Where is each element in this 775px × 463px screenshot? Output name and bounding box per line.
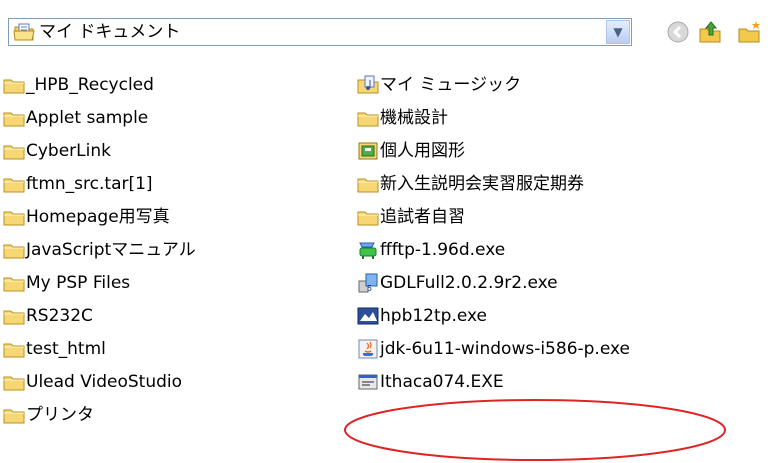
address-toolbar: マイ ドキュメント ▼ (0, 0, 775, 60)
list-item[interactable]: プリンタ (3, 401, 94, 429)
list-item-label: ftmn_src.tar[1] (26, 174, 153, 194)
java-exe-icon (358, 339, 378, 359)
list-item[interactable]: ffftp-1.96d.exe (357, 236, 505, 264)
folder-icon (3, 310, 25, 325)
folder-icon (357, 112, 379, 127)
back-arrow-icon[interactable] (665, 19, 691, 45)
list-item-label: 新入生説明会実習服定期券 (380, 174, 584, 194)
list-item[interactable]: Homepage用写真 (3, 203, 170, 231)
music-folder-icon (357, 75, 379, 94)
list-item[interactable]: ftmn_src.tar[1] (3, 170, 153, 198)
list-item[interactable]: _HPB_Recycled (3, 71, 154, 99)
list-item[interactable]: 5 GDLFull2.0.2.9r2.exe (357, 269, 558, 297)
list-item[interactable]: CyberLink (3, 137, 111, 165)
list-item[interactable]: hpb12tp.exe (357, 302, 487, 330)
list-item[interactable]: test_html (3, 335, 106, 363)
folder-icon (3, 211, 25, 226)
folder-icon (3, 343, 25, 358)
folder-icon (3, 178, 25, 193)
list-item[interactable]: RS232C (3, 302, 93, 330)
folder-icon (3, 376, 25, 391)
folder-icon (3, 112, 25, 127)
folder-icon (3, 409, 25, 424)
svg-text:5: 5 (367, 284, 372, 293)
list-item[interactable]: マイ ミュージック (357, 71, 521, 99)
list-item[interactable]: jdk-6u11-windows-i586-p.exe (357, 335, 630, 363)
list-item-label: 追試者自習 (380, 207, 465, 227)
folder-icon (3, 244, 25, 259)
list-item[interactable]: 新入生説明会実習服定期券 (357, 170, 584, 198)
new-folder-icon[interactable] (736, 19, 762, 45)
generic-exe-icon (358, 374, 378, 390)
list-item[interactable]: My PSP Files (3, 269, 130, 297)
list-item[interactable]: Applet sample (3, 104, 148, 132)
hpb-exe-icon (357, 307, 379, 325)
list-item-label: プリンタ (26, 405, 94, 425)
list-item-label: My PSP Files (26, 273, 131, 293)
list-item-label: 個人用図形 (380, 141, 465, 161)
list-item-label: マイ ミュージック (380, 75, 522, 95)
list-item-label: ffftp-1.96d.exe (380, 240, 506, 260)
shapes-folder-icon (358, 142, 378, 160)
list-item-label: RS232C (26, 306, 93, 326)
list-item[interactable]: JavaScriptマニュアル (3, 236, 196, 264)
list-item[interactable]: 個人用図形 (357, 137, 465, 165)
highlight-ellipse (344, 399, 726, 461)
list-item-label: Ulead VideoStudio (26, 372, 183, 392)
list-item-label: GDLFull2.0.2.9r2.exe (380, 273, 558, 293)
list-item-label: Ithaca074.EXE (380, 372, 504, 392)
folder-icon (3, 145, 25, 160)
list-item[interactable]: Ulead VideoStudio (3, 368, 182, 396)
list-item-label: hpb12tp.exe (380, 306, 488, 326)
folder-icon (357, 211, 379, 226)
up-folder-icon[interactable] (697, 19, 723, 45)
ftp-exe-icon (359, 242, 377, 259)
folder-icon (357, 178, 379, 193)
list-item[interactable]: Ithaca074.EXE (357, 368, 504, 396)
address-location-text: マイ ドキュメント (39, 22, 181, 42)
list-item[interactable]: 追試者自習 (357, 203, 465, 231)
installer-exe-icon: 5 (358, 273, 378, 293)
list-item-label: Homepage用写真 (26, 207, 170, 227)
list-item-label: _HPB_Recycled (26, 75, 154, 95)
list-item-label: test_html (26, 339, 106, 359)
list-item-label: JavaScriptマニュアル (26, 240, 196, 260)
folder-icon (3, 277, 25, 292)
my-documents-icon (13, 23, 35, 41)
list-item[interactable]: 機械設計 (357, 104, 448, 132)
chevron-down-icon[interactable]: ▼ (606, 20, 630, 44)
folder-icon (3, 79, 25, 94)
list-item-label: 機械設計 (380, 108, 448, 128)
address-combobox[interactable]: マイ ドキュメント ▼ (8, 18, 632, 46)
list-item-label: Applet sample (26, 108, 149, 128)
list-item-label: jdk-6u11-windows-i586-p.exe (380, 339, 630, 359)
list-item-label: CyberLink (26, 141, 111, 161)
file-list: _HPB_Recycled Applet sample CyberLink ft… (0, 60, 775, 461)
